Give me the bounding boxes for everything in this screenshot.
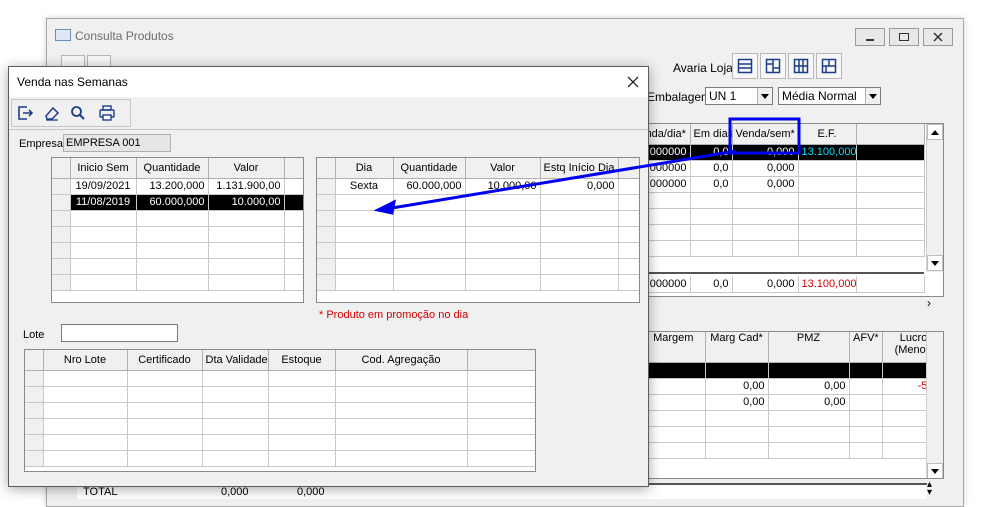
arrow-head <box>373 199 397 215</box>
annotation-arrow <box>391 149 737 210</box>
annotation-overlay <box>373 117 801 215</box>
highlight-box <box>728 117 801 155</box>
